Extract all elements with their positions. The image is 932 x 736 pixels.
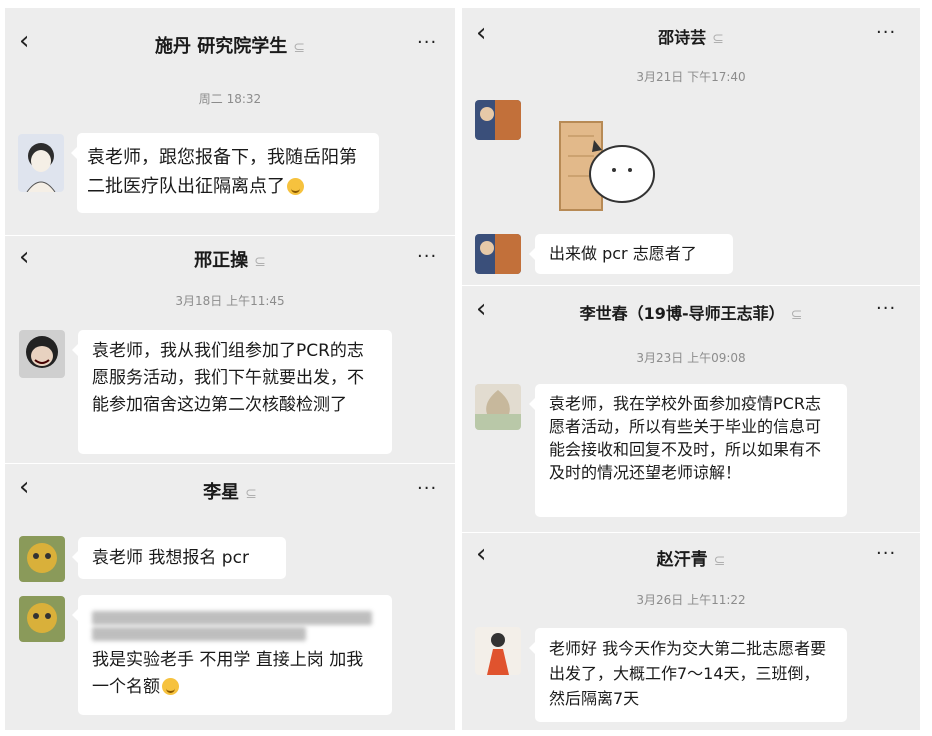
chat-title: 邢正操 ⊆ [5,246,455,272]
message-bubble[interactable]: 老师好 我今天作为交大第二批志愿者要出发了，大概工作7～14天，三班倒，然后隔离… [529,628,847,722]
message-bubble[interactable]: 袁老师，我在学校外面参加疫情PCR志愿者活动，所以有些关于毕业的信息可能会接收和… [529,384,847,517]
contact-name: 邢正操 [194,250,249,271]
timestamp: 3月26日 上午11:22 [636,593,746,607]
chat-title: 施丹 研究院学生 ⊆ [5,32,455,58]
chat-title: 李世春（19博-导师王志菲） ⊆ [462,300,920,324]
avatar[interactable] [18,134,64,192]
contact-name: 李星 [203,482,240,503]
more-options-button[interactable]: ··· [876,298,896,319]
chat-panel-2: ‹ 邢正操 ⊆ ··· 3月18日 上午11:45 袁老师，我从我们组参加了PCR… [5,236,455,463]
sticker-image[interactable] [554,116,658,212]
message-bubble[interactable]: 袁老师 我想报名 pcr [72,537,286,579]
message-text: 袁老师，我在学校外面参加疫情PCR志愿者活动，所以有些关于毕业的信息可能会接收和… [549,394,822,482]
timestamp: 3月18日 上午11:45 [175,294,285,308]
message-text: 袁老师 我想报名 pcr [92,548,249,568]
ear-icon: ⊆ [245,486,257,502]
chat-title: 赵汗青 ⊆ [462,545,920,570]
message-text: 老师好 我今天作为交大第二批志愿者要出发了，大概工作7～14天，三班倒，然后隔离… [549,639,827,708]
chat-title: 李星 ⊆ [5,478,455,504]
contact-name: 邵诗芸 [658,28,707,47]
more-options-button[interactable]: ··· [417,478,437,499]
contact-name: 施丹 研究院学生 [154,36,288,57]
chat-title: 邵诗芸 ⊆ [462,24,920,48]
message-text: 袁老师，跟您报备下，我随岳阳第二批医疗队出征隔离点了 [87,147,357,197]
message-bubble[interactable]: 出来做 pcr 志愿者了 [529,234,733,274]
message-text: 袁老师，我从我们组参加了PCR的志愿服务活动，我们下午就要出发，不能参加宿舍这边… [92,341,364,415]
more-options-button[interactable]: ··· [417,32,437,53]
avatar[interactable] [19,536,65,582]
cat-emoji-icon [162,678,179,695]
avatar[interactable] [19,596,65,642]
contact-name: 赵汗青 [656,550,708,570]
ear-icon: ⊆ [254,254,266,270]
avatar[interactable] [475,384,521,430]
contact-name: 李世春（19博-导师王志菲） [579,304,785,323]
avatar[interactable] [475,100,521,140]
timestamp: 周二 18:32 [198,92,262,106]
ear-icon: ⊆ [293,40,305,56]
more-options-button[interactable]: ··· [876,22,896,43]
chat-panel-1: ‹ 施丹 研究院学生 ⊆ ··· 周二 18:32 袁老师，跟您报备下，我随岳阳第… [5,8,455,235]
message-text: 我是实验老手 不用学 直接上岗 加我一个名额 [92,650,364,697]
message-bubble[interactable]: 袁老师，我从我们组参加了PCR的志愿服务活动，我们下午就要出发，不能参加宿舍这边… [72,330,392,454]
chat-panel-3: ‹ 李星 ⊆ ··· 袁老师 我想报名 pcr 我是实验老手 不用学 直接上岗 加… [5,464,455,730]
ear-icon: ⊆ [713,553,726,569]
chat-panel-6: ‹ 赵汗青 ⊆ ··· 3月26日 上午11:22 老师好 我今天作为交大第二批志… [462,533,920,730]
more-options-button[interactable]: ··· [876,543,896,564]
chat-panel-5: ‹ 李世春（19博-导师王志菲） ⊆ ··· 3月23日 上午09:08 袁老师，… [462,286,920,532]
smile-emoji-icon [287,178,304,195]
avatar[interactable] [475,234,521,274]
redacted-text [92,623,378,647]
timestamp: 3月23日 上午09:08 [636,351,746,365]
chat-panel-4: ‹ 邵诗芸 ⊆ ··· 3月21日 下午17:40 出来做 pcr 志愿者了 [462,8,920,285]
ear-icon: ⊆ [712,31,724,47]
more-options-button[interactable]: ··· [417,246,437,267]
timestamp: 3月21日 下午17:40 [636,70,746,84]
ear-icon: ⊆ [790,307,803,323]
avatar[interactable] [475,627,521,675]
avatar[interactable] [19,330,65,378]
redacted-text [92,607,378,625]
message-bubble[interactable]: 袁老师，跟您报备下，我随岳阳第二批医疗队出征隔离点了 [71,133,379,213]
message-bubble[interactable]: 我是实验老手 不用学 直接上岗 加我一个名额 [72,595,392,715]
message-text: 出来做 pcr 志愿者了 [549,244,697,263]
